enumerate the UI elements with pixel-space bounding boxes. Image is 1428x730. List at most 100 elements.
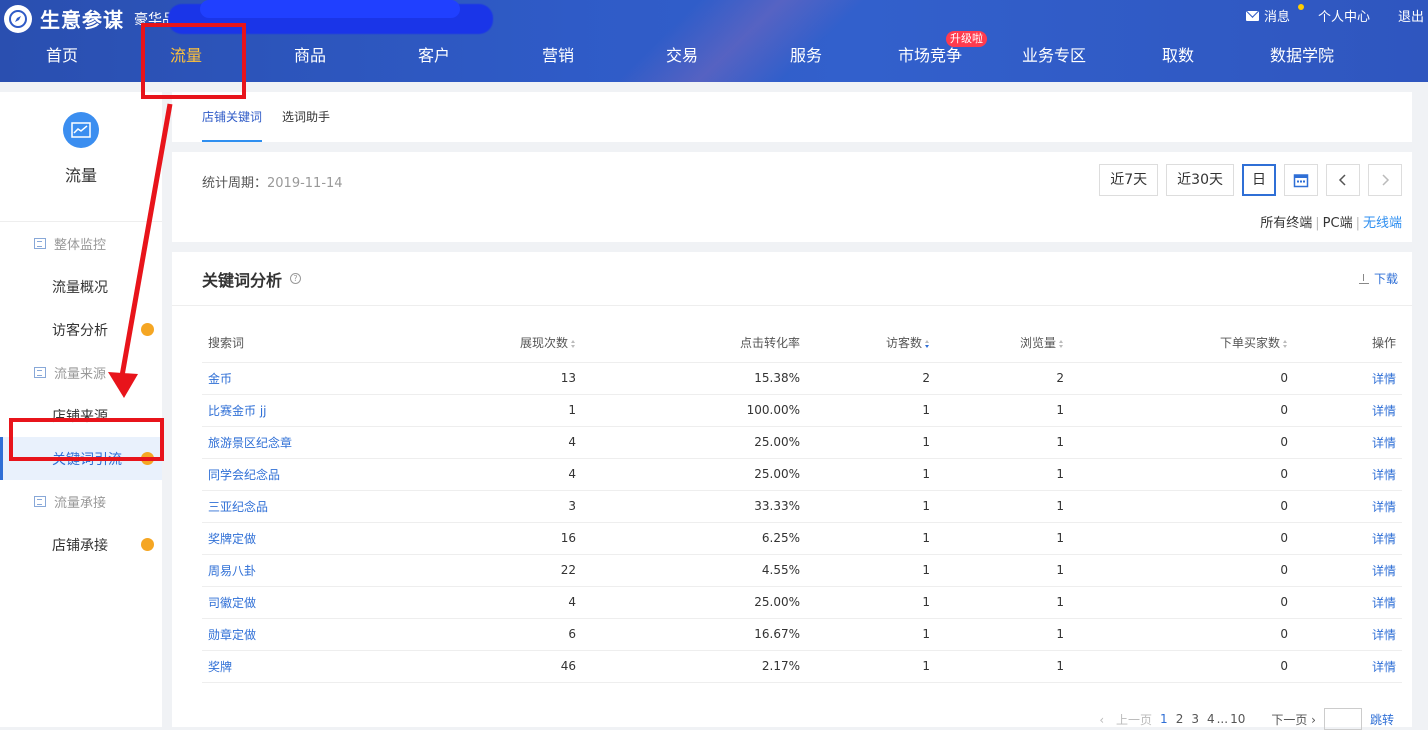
cell-visitors: 1 [806, 490, 936, 523]
cell-search-term[interactable]: 奖牌 [202, 650, 432, 683]
cell-buyers: 0 [1070, 394, 1294, 427]
details-link[interactable]: 详情 [1294, 554, 1402, 587]
panel-title: 关键词分析 [202, 270, 283, 290]
page-1[interactable]: 1 [1160, 712, 1168, 726]
col-visitors[interactable]: 访客数 [806, 324, 936, 363]
prev-period-button[interactable] [1326, 164, 1360, 196]
calendar-icon [1293, 174, 1309, 188]
cell-search-term[interactable]: 比赛金币 jj [202, 394, 432, 427]
cell-buyers: 0 [1070, 458, 1294, 491]
details-link[interactable]: 详情 [1294, 650, 1402, 683]
sidebar-item-traffic-overview[interactable]: 流量概况 [0, 265, 162, 308]
cell-click-conversion: 6.25% [582, 522, 806, 555]
details-link[interactable]: 详情 [1294, 522, 1402, 555]
col-buyers[interactable]: 下单买家数 [1070, 324, 1294, 363]
table-row: 奖牌定做 16 6.25% 1 1 0 详情 [202, 522, 1402, 555]
details-link[interactable]: 详情 [1294, 458, 1402, 491]
details-link[interactable]: 详情 [1294, 490, 1402, 523]
table-row: 三亚纪念品 3 33.33% 1 1 0 详情 [202, 490, 1402, 523]
cell-search-term[interactable]: 勋章定做 [202, 618, 432, 651]
nav-customers[interactable]: 客户 [372, 40, 496, 82]
keyword-analysis-panel: 关键词分析 ? 下载 搜索词 展现次数 点击转化率 访客数 浏览量 下单买家数 … [172, 252, 1412, 730]
cell-impressions: 22 [432, 554, 582, 587]
nav-data-academy[interactable]: 数据学院 [1240, 40, 1364, 82]
logout-link[interactable]: 退出 [1398, 6, 1424, 25]
col-label: 下单买家数 [1219, 336, 1280, 351]
cell-impressions: 4 [432, 586, 582, 619]
jump-button[interactable]: 跳转 [1370, 711, 1394, 728]
table-header-row: 搜索词 展现次数 点击转化率 访客数 浏览量 下单买家数 操作 [202, 324, 1402, 363]
page-2[interactable]: 2 [1176, 712, 1184, 726]
page-3[interactable]: 3 [1191, 712, 1199, 726]
last-7-days-button[interactable]: 近7天 [1099, 164, 1159, 196]
cell-search-term[interactable]: 同学会纪念品 [202, 458, 432, 491]
cell-search-term[interactable]: 奖牌定做 [202, 522, 432, 555]
cell-buyers: 0 [1070, 650, 1294, 683]
profile-link[interactable]: 个人中心 [1318, 6, 1370, 25]
next-period-button[interactable] [1368, 164, 1402, 196]
sidebar-item-label: 流量概况 [52, 279, 108, 296]
nav-products[interactable]: 商品 [248, 40, 372, 82]
col-click-conversion: 点击转化率 [582, 324, 806, 363]
col-pageviews[interactable]: 浏览量 [936, 324, 1070, 363]
nav-service[interactable]: 服务 [744, 40, 868, 82]
details-link[interactable]: 详情 [1294, 394, 1402, 427]
calendar-button[interactable] [1284, 164, 1318, 196]
sort-icon [1059, 339, 1064, 348]
cell-pageviews: 1 [936, 554, 1070, 587]
sidebar-item-shop-receive[interactable]: 店铺承接 [0, 523, 162, 566]
cell-pageviews: 1 [936, 618, 1070, 651]
cell-impressions: 4 [432, 458, 582, 491]
sidebar-item-label: 店铺承接 [52, 537, 108, 554]
day-button[interactable]: 日 [1242, 164, 1276, 196]
cell-pageviews: 1 [936, 458, 1070, 491]
separator: | [1315, 216, 1320, 231]
tab-shop-keywords[interactable]: 店铺关键词 [202, 92, 263, 142]
cell-search-term[interactable]: 金币 [202, 362, 432, 395]
tab-word-assistant[interactable]: 选词助手 [282, 92, 330, 142]
messages-link[interactable]: 消息 [1245, 4, 1304, 25]
cell-visitors: 1 [806, 394, 936, 427]
download-button[interactable]: 下载 [1358, 270, 1398, 287]
nav-data-fetch[interactable]: 取数 [1116, 40, 1240, 82]
cell-search-term[interactable]: 三亚纪念品 [202, 490, 432, 523]
sidebar-group-label: 流量来源 [54, 367, 107, 382]
cell-search-term[interactable]: 司徽定做 [202, 586, 432, 619]
cell-visitors: 1 [806, 458, 936, 491]
messages-label: 消息 [1263, 10, 1290, 25]
cell-search-term[interactable]: 旅游景区纪念章 [202, 426, 432, 459]
period-date: 2019-11-14 [267, 176, 343, 191]
col-impressions[interactable]: 展现次数 [432, 324, 582, 363]
period-buttons: 近7天 近30天 日 [1091, 164, 1402, 196]
help-icon[interactable]: ? [290, 273, 302, 284]
cell-buyers: 0 [1070, 426, 1294, 459]
new-dot [141, 323, 154, 336]
page-4[interactable]: 4 [1207, 712, 1215, 726]
last-30-days-button[interactable]: 近30天 [1166, 164, 1234, 196]
details-link[interactable]: 详情 [1294, 362, 1402, 395]
profile-label: 个人中心 [1317, 10, 1370, 25]
table-row: 旅游景区纪念章 4 25.00% 1 1 0 详情 [202, 426, 1402, 459]
next-page-button[interactable]: 下一页 › [1263, 711, 1316, 728]
nav-marketing[interactable]: 营销 [496, 40, 620, 82]
cell-visitors: 2 [806, 362, 936, 395]
nav-transactions[interactable]: 交易 [620, 40, 744, 82]
page-10[interactable]: 10 [1230, 712, 1245, 726]
terminal-pc-link[interactable]: PC端 [1323, 216, 1353, 231]
period-bar: 统计周期：2019-11-14 近7天 近30天 日 所有终端 | PC端 | 无线端 [172, 152, 1412, 242]
details-link[interactable]: 详情 [1294, 586, 1402, 619]
sidebar-item-label: 访客分析 [52, 322, 108, 339]
terminal-wireless-link[interactable]: 无线端 [1363, 216, 1402, 231]
cell-impressions: 46 [432, 650, 582, 683]
nav-home[interactable]: 首页 [0, 40, 124, 82]
cell-search-term[interactable]: 周易八卦 [202, 554, 432, 587]
cell-impressions: 3 [432, 490, 582, 523]
nav-business-zone[interactable]: 业务专区 [992, 40, 1116, 82]
terminal-all-link[interactable]: 所有终端 [1260, 216, 1312, 231]
details-link[interactable]: 详情 [1294, 426, 1402, 459]
sidebar-item-visitor-analysis[interactable]: 访客分析 [0, 308, 162, 351]
nav-market-competition[interactable]: 市场竞争 升级啦 [868, 31, 992, 82]
details-link[interactable]: 详情 [1294, 618, 1402, 651]
prev-page-button[interactable]: ‹ 上一页 [1099, 711, 1152, 728]
building-icon [34, 238, 46, 249]
